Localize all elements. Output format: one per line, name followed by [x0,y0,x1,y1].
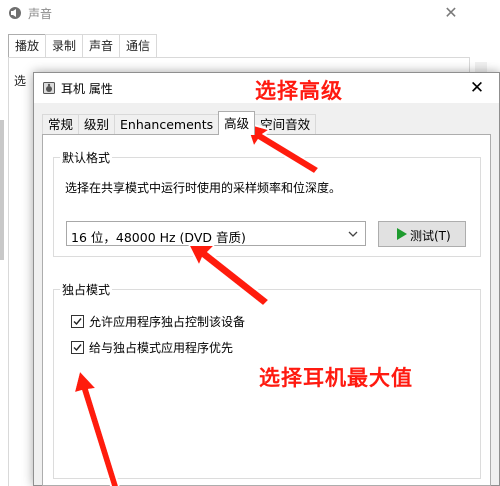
play-icon [397,228,407,240]
tab-advanced[interactable]: 高级 [218,111,256,135]
tab-enhancements[interactable]: Enhancements [114,114,220,135]
tab-levels[interactable]: 级别 [78,114,116,135]
sound-tab-communications[interactable]: 通信 [119,34,158,57]
annotation-select-max-value: 选择耳机最大值 [259,366,413,390]
default-format-value: 16 位，48000 Hz (DVD 音质) [71,230,246,245]
tab-spatial-sound[interactable]: 空间音效 [254,114,317,135]
exclusive-mode-legend: 独占模式 [60,281,113,298]
sound-window-title: 声音 [28,7,53,21]
tab-general[interactable]: 常规 [42,114,80,135]
sound-window-close-icon[interactable]: ✕ [440,2,462,24]
sound-window-tabs: 播放 录制 声音 通信 [8,34,158,58]
allow-exclusive-control-label[interactable]: 允许应用程序独占控制该设备 [89,313,245,330]
dialog-title: 耳机 属性 [61,82,113,96]
annotation-select-advanced: 选择高级 [255,79,343,103]
advanced-tab-panel: 默认格式 选择在共享模式中运行时使用的采样频率和位深度。 16 位，48000 … [42,134,491,486]
speaker-icon [9,7,21,19]
sound-tab-recording[interactable]: 录制 [45,34,84,57]
default-format-description: 选择在共享模式中运行时使用的采样频率和位深度。 [65,181,342,195]
checkmark-icon [73,318,82,326]
headphones-properties-dialog: 耳机 属性 ✕ 常规 级别 Enhancements 高级 空间音效 默认格式 … [33,72,500,486]
speaker-icon [43,82,55,94]
sound-tab-sounds[interactable]: 声音 [82,34,121,57]
default-format-select[interactable]: 16 位，48000 Hz (DVD 音质) [66,221,366,246]
give-exclusive-priority-label[interactable]: 给与独占模式应用程序优先 [89,339,233,356]
chevron-down-icon [348,231,358,237]
give-exclusive-priority-checkbox[interactable] [71,341,84,354]
dialog-tabs: 常规 级别 Enhancements 高级 空间音效 [42,111,317,135]
checkmark-icon [73,344,82,352]
test-button[interactable]: 测试(T) [378,221,466,247]
dialog-close-icon[interactable]: ✕ [466,77,488,99]
test-button-label: 测试(T) [410,229,451,243]
sound-tab-playback[interactable]: 播放 [8,34,47,58]
default-format-legend: 默认格式 [60,149,113,166]
sound-window-titlebar: 声音 ✕ [0,0,500,28]
sound-panel-text: 选 [14,74,27,88]
sound-window-edge [0,120,4,260]
allow-exclusive-control-checkbox[interactable] [71,315,84,328]
